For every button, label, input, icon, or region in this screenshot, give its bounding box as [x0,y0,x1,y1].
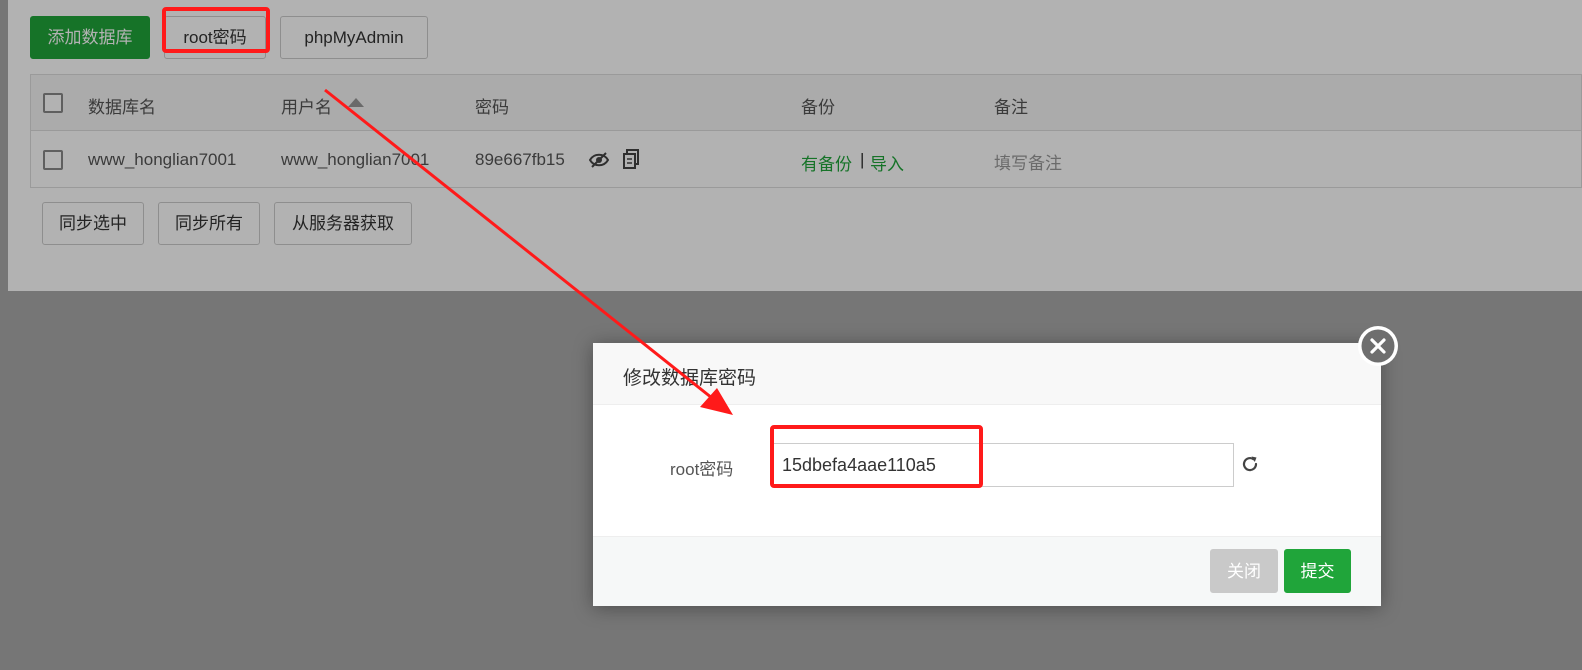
close-button[interactable]: 关闭 [1210,549,1278,593]
dialog-close-icon[interactable] [1357,325,1399,367]
refresh-icon[interactable] [1241,455,1259,473]
root-password-input[interactable] [773,443,1234,487]
submit-button[interactable]: 提交 [1284,549,1351,593]
dialog-header: 修改数据库密码 [593,343,1381,405]
dialog-footer: 关闭 提交 [593,536,1381,606]
dialog-title: 修改数据库密码 [623,368,757,389]
change-password-dialog: 修改数据库密码 root密码 关闭 提交 [593,343,1381,606]
page: 添加数据库 root密码 phpMyAdmin 数据库名 用户名 密码 备份 备… [0,0,1582,670]
root-password-label: root密码 [670,460,734,479]
